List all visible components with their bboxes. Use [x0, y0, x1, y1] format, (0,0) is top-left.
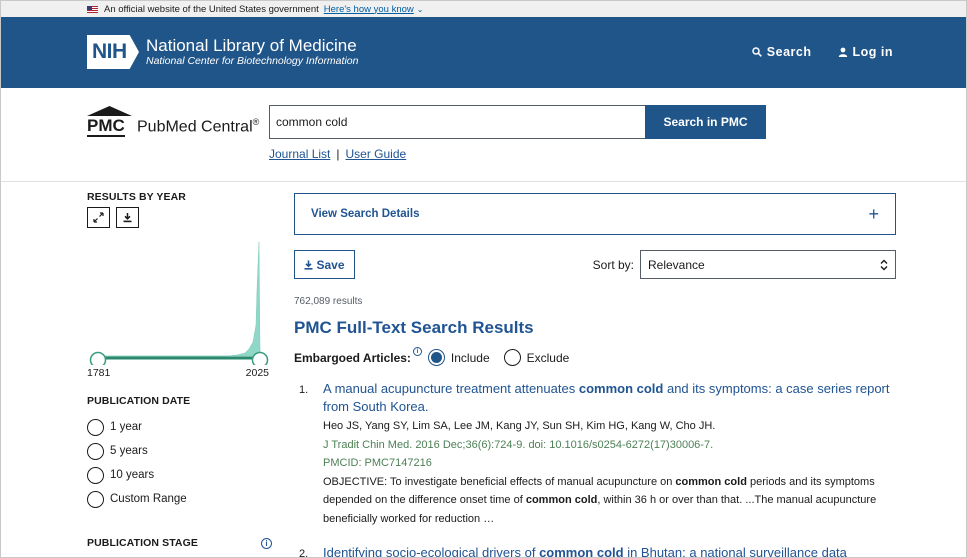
results-area-series: [98, 241, 262, 357]
ncbi-subtitle: National Center for Biotechnology Inform…: [146, 55, 359, 67]
login-button[interactable]: Log in: [838, 45, 894, 59]
view-search-details-toggle[interactable]: View Search Details +: [294, 193, 896, 235]
year-start-label: 1781: [87, 367, 111, 379]
option-label: 5 years: [110, 445, 148, 457]
info-icon[interactable]: i: [412, 346, 422, 356]
link-separator: |: [336, 147, 340, 161]
publication-date-options: 1 year 5 years 10 years Custom Range: [87, 415, 277, 511]
search-icon: [752, 47, 762, 57]
result-authors: Heo JS, Yang SY, Lim SA, Lee JM, Kang JY…: [323, 420, 716, 432]
result-title-link[interactable]: A manual acupuncture treatment attenuate…: [323, 380, 896, 416]
title-highlight: common cold: [578, 381, 664, 396]
download-icon: [123, 213, 132, 223]
radio-button[interactable]: [87, 442, 104, 460]
nlm-logo[interactable]: NIH National Library of Medicine Nationa…: [87, 35, 358, 69]
pmc-logo[interactable]: PMC PubMed Central®: [87, 106, 259, 139]
title-text: A manual acupuncture treatment attenuate…: [323, 381, 579, 396]
results-heading: PMC Full-Text Search Results: [294, 318, 534, 337]
expand-chart-button[interactable]: [87, 207, 110, 228]
result-number: 1.: [299, 384, 309, 396]
page: { "gov_banner": { "text": "An official w…: [0, 0, 967, 558]
include-radio[interactable]: [427, 349, 445, 366]
nih-badge: NIH: [87, 35, 139, 69]
publication-stage-heading: PUBLICATION STAGE: [87, 537, 198, 549]
pmc-search-band: PMC PubMed Central® Search in PMC Journa…: [1, 88, 966, 182]
results-by-year-chart: [87, 230, 277, 365]
date-option-1-year[interactable]: 1 year: [87, 415, 277, 439]
user-guide-link[interactable]: User Guide: [346, 147, 407, 161]
heres-how-you-know-link[interactable]: Here's how you know: [324, 4, 414, 15]
gov-banner-text: An official website of the United States…: [104, 3, 319, 15]
login-label: Log in: [852, 45, 893, 59]
result-number: 2.: [299, 548, 309, 558]
abstract-highlight: common cold: [675, 475, 747, 488]
up-down-chevron-icon: [880, 259, 888, 270]
save-button[interactable]: Save: [294, 250, 355, 279]
nih-header: NIH National Library of Medicine Nationa…: [1, 17, 966, 88]
exclude-label: Exclude: [526, 350, 570, 365]
journal-list-link[interactable]: Journal List: [269, 147, 330, 161]
plus-icon: +: [868, 204, 879, 224]
expand-icon: [93, 212, 104, 223]
option-label: Custom Range: [110, 493, 187, 505]
sort-value: Relevance: [648, 257, 705, 272]
chevron-down-icon[interactable]: ⌄: [417, 5, 424, 14]
title-highlight: common cold: [539, 545, 624, 558]
year-range-end-handle[interactable]: [251, 351, 269, 366]
nlm-title: National Library of Medicine: [146, 36, 357, 55]
result-journal: J Tradit Chin Med. 2016 Dec;36(6):724-9.…: [323, 438, 714, 451]
date-option-10-years[interactable]: 10 years: [87, 463, 277, 487]
radio-button[interactable]: [87, 466, 104, 484]
result-abstract: OBJECTIVE: To investigate beneficial eff…: [323, 473, 896, 529]
user-icon: [838, 47, 847, 57]
include-label: Include: [450, 350, 490, 365]
embargo-label: Embargoed Articles:: [294, 350, 411, 365]
pmc-registered-mark: ®: [252, 116, 260, 127]
us-flag-icon: [87, 5, 98, 13]
date-option-5-years[interactable]: 5 years: [87, 439, 277, 463]
embargoed-articles-filter: Embargoed Articles: i Include Exclude: [294, 346, 896, 366]
result-item: 2. Identifying socio-ecological drivers …: [294, 544, 896, 558]
publication-date-heading: PUBLICATION DATE: [87, 395, 191, 407]
radio-button[interactable]: [87, 418, 104, 436]
date-option-custom-range[interactable]: Custom Range: [87, 487, 277, 511]
result-item: 1. A manual acupuncture treatment attenu…: [294, 380, 896, 528]
exclude-radio[interactable]: [503, 349, 521, 366]
result-title-link[interactable]: Identifying socio-ecological drivers of …: [323, 544, 896, 558]
abstract-highlight: common cold: [525, 494, 598, 506]
year-end-label: 2025: [245, 367, 269, 379]
pmc-letters: PMC: [87, 116, 125, 137]
download-icon: [304, 260, 313, 270]
info-icon[interactable]: i: [261, 537, 272, 549]
save-label: Save: [316, 257, 345, 272]
filters-sidebar: RESULTS BY YEAR 1781 2025 PUBLICATION DA…: [87, 191, 277, 549]
title-text: Identifying socio-ecological drivers of: [323, 545, 540, 558]
results-count: 762,089 results: [294, 296, 363, 307]
pmc-name: PubMed Central: [137, 118, 253, 135]
sort-select[interactable]: Relevance: [640, 250, 896, 279]
view-search-details-label: View Search Details: [311, 208, 420, 220]
search-in-pmc-button[interactable]: Search in PMC: [645, 105, 766, 139]
sort-by-label: Sort by:: [592, 257, 634, 272]
option-label: 1 year: [110, 421, 142, 433]
radio-button[interactable]: [87, 490, 104, 508]
header-search-button[interactable]: Search: [752, 45, 812, 59]
pmc-roof-icon: [87, 106, 132, 116]
abstract-text: OBJECTIVE: To investigate beneficial eff…: [323, 475, 676, 488]
header-search-label: Search: [766, 45, 812, 59]
results-main: View Search Details + Save Sort by: Rele…: [294, 193, 896, 528]
year-range-start-handle[interactable]: [89, 351, 107, 366]
download-chart-button[interactable]: [116, 207, 139, 228]
result-pmcid: PMCID: PMC7147216: [323, 457, 432, 469]
pmc-search-input[interactable]: [269, 105, 646, 139]
results-by-year-heading: RESULTS BY YEAR: [87, 191, 186, 203]
gov-banner: An official website of the United States…: [1, 1, 966, 17]
option-label: 10 years: [110, 469, 155, 481]
title-text: in Bhutan: a national surveillance data: [623, 545, 847, 558]
